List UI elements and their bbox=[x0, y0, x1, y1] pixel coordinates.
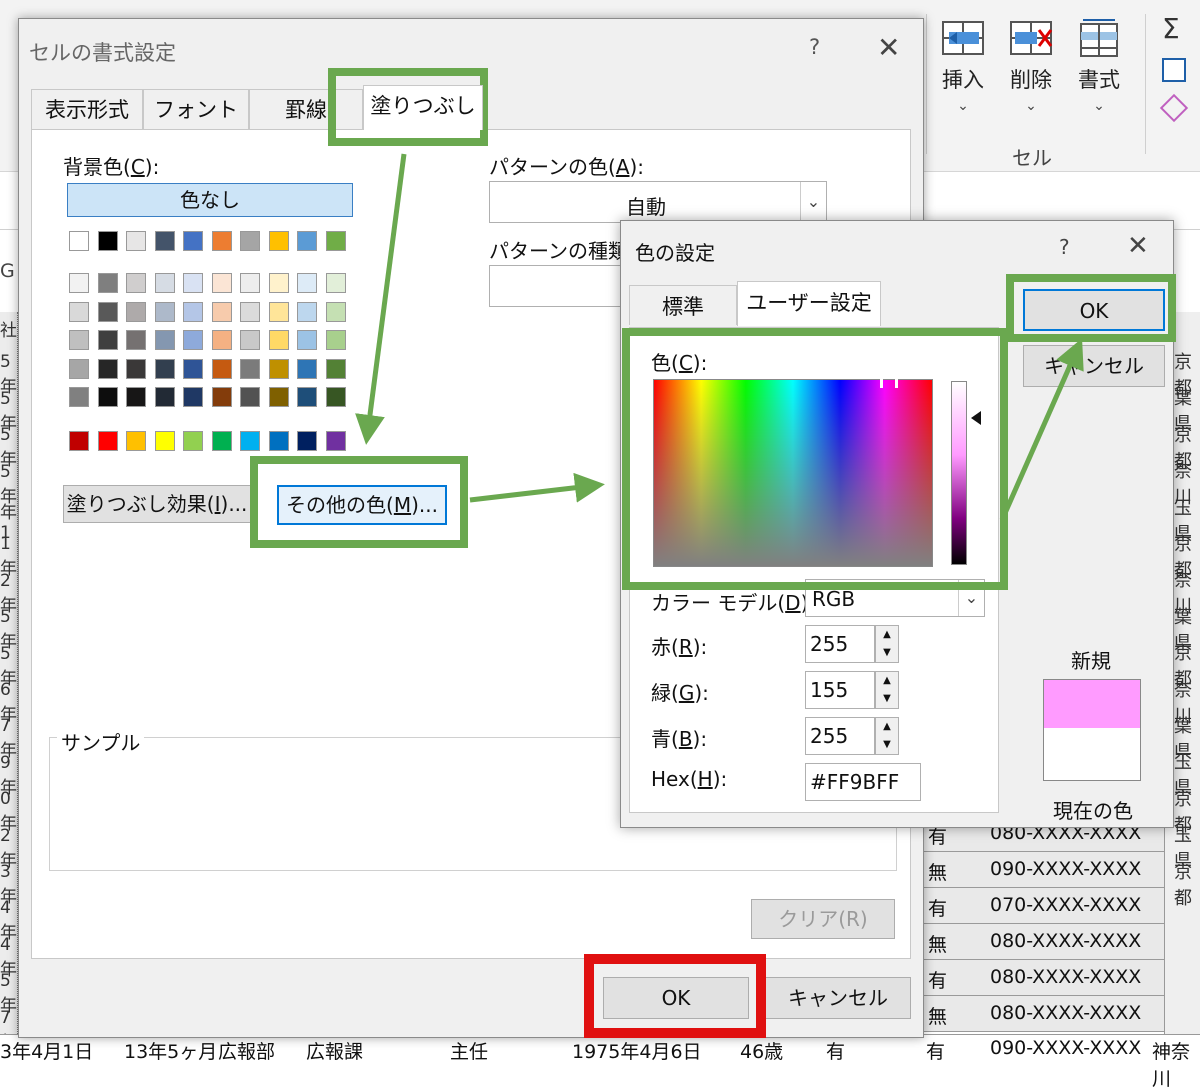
tab-fill[interactable]: 塗りつぶし bbox=[363, 85, 483, 130]
arrow-overlay bbox=[355, 153, 1084, 522]
arrow-icon bbox=[469, 472, 605, 503]
arrow-icon bbox=[355, 153, 407, 445]
arrow-icon bbox=[999, 338, 1084, 522]
tab-custom[interactable]: ユーザー設定 bbox=[737, 281, 881, 326]
